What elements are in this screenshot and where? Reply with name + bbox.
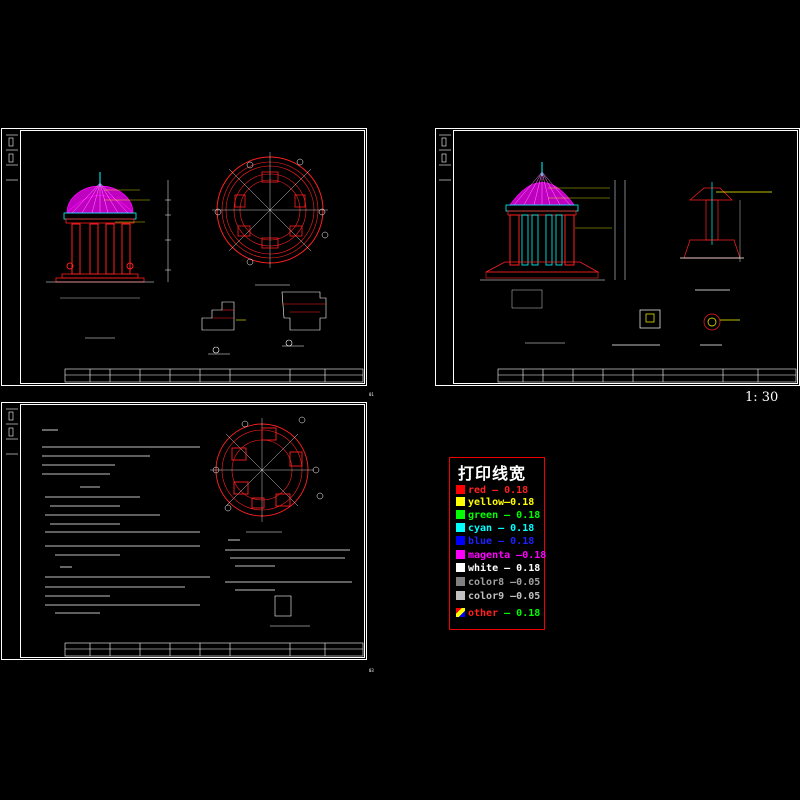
legend-swatch [456, 608, 465, 617]
sheet-2-side-strip [439, 134, 451, 181]
legend-dash: — [486, 485, 505, 496]
legend-row-magenta: magenta —0.18 [456, 550, 546, 562]
cad-drawing-canvas [6, 134, 797, 657]
legend-dash: — [510, 550, 523, 561]
scale-label: 1: 30 [745, 390, 779, 405]
legend-swatch [456, 485, 465, 494]
gazebo-section-2 [480, 162, 626, 344]
legend-dash: — [492, 523, 511, 534]
legend-swatch [456, 577, 465, 586]
sheet-3-side-strip [6, 408, 18, 455]
legend-row-blue: blue — 0.18 [456, 536, 534, 548]
legend-color-name: color9 [468, 591, 505, 602]
legend-line-weight: 0.18 [504, 485, 529, 496]
legend-dash: — [504, 591, 517, 602]
legend-swatch [456, 536, 465, 545]
legend-dash: — [498, 563, 517, 574]
gazebo-plan-1 [212, 152, 329, 286]
detail-2-sheet-1 [281, 291, 327, 347]
notes-text-lines [42, 429, 352, 614]
legend-swatch [456, 550, 465, 559]
legend-line-weight: 0.18 [522, 550, 547, 561]
legend-line-weight: 0.18 [516, 608, 541, 619]
legend-row-white: white — 0.18 [456, 563, 540, 575]
legend-line-weight: 0.05 [516, 591, 541, 602]
legend-line-weight: 0.18 [516, 510, 541, 521]
legend-row-other: other — 0.18 [456, 608, 540, 620]
legend-line-weight: 0.18 [510, 497, 535, 508]
notes-small-box [270, 595, 310, 627]
legend-row-cyan: cyan — 0.18 [456, 523, 534, 535]
legend-color-name: red [468, 485, 487, 496]
legend-row-color8: color8 —0.05 [456, 577, 540, 589]
legend-dash: — [498, 608, 517, 619]
legend-line-weight: 0.18 [516, 563, 541, 574]
legend-title: 打印线宽 [458, 464, 527, 483]
legend-swatch [456, 497, 465, 506]
gazebo-plan-3 [210, 416, 324, 533]
legend-line-weight: 0.18 [510, 523, 535, 534]
gazebo-elevation-1 [46, 172, 171, 339]
sheet-3-title-block [64, 642, 364, 657]
sheet-1-title-block [64, 368, 364, 383]
legend-row-yellow: yellow—0.18 [456, 497, 534, 509]
legend-dash: — [504, 577, 517, 588]
legend-line-weight: 0.18 [510, 536, 535, 547]
legend-dash: — [492, 536, 511, 547]
legend-color-name: yellow [468, 497, 505, 508]
legend-color-name: cyan [468, 523, 493, 534]
legend-swatch [456, 563, 465, 572]
legend-dash: — [498, 510, 517, 521]
legend-swatch [456, 523, 465, 532]
legend-color-name: green [468, 510, 499, 521]
legend-color-name: other [468, 608, 499, 619]
legend-swatch [456, 591, 465, 600]
legend-color-name: white [468, 563, 499, 574]
legend-color-name: blue [468, 536, 493, 547]
legend-color-name: color8 [468, 577, 505, 588]
legend-color-name: magenta [468, 550, 511, 561]
small-details-2 [612, 309, 740, 346]
column-detail-2 [680, 182, 772, 291]
sheet-2-title-block [497, 368, 797, 383]
legend-line-weight: 0.05 [516, 577, 541, 588]
detail-1-sheet-1 [201, 301, 246, 355]
legend-row-color9: color9 —0.05 [456, 591, 540, 603]
line-weight-legend: 打印线宽 red — 0.18 yellow—0.18 green — 0.18 cy… [449, 457, 546, 630]
legend-swatch [456, 510, 465, 519]
legend-row-red: red — 0.18 [456, 485, 528, 497]
sheet-1-side-strip [6, 134, 18, 181]
legend-row-green: green — 0.18 [456, 510, 540, 522]
